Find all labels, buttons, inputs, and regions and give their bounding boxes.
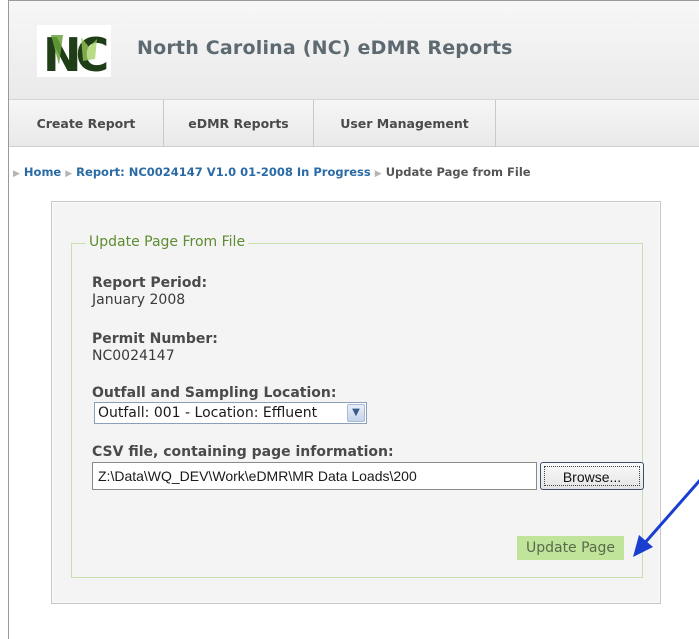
report-period-value: January 2008 (92, 292, 186, 308)
app-window: NC North Carolina (NC) eDMR Reports Crea… (8, 0, 699, 639)
chevron-down-icon[interactable]: ▼ (347, 404, 365, 422)
triangle-right-icon: ▶ (65, 169, 73, 179)
outfall-select[interactable]: Outfall: 001 - Location: Effluent ▼ (94, 402, 367, 424)
csv-file-input[interactable]: Z:\Data\WQ_DEV\Work\eDMR\MR Data Loads\2… (92, 462, 537, 490)
app-title: North Carolina (NC) eDMR Reports (137, 37, 513, 59)
csv-file-label: CSV file, containing page information: (92, 444, 394, 460)
report-period-label: Report Period: (92, 275, 208, 291)
breadcrumb-report[interactable]: Report: NC0024147 V1.0 01-2008 In Progre… (76, 165, 371, 179)
content-panel: Update Page From File Report Period: Jan… (51, 201, 661, 604)
breadcrumb: ▶ Home ▶ Report: NC0024147 V1.0 01-2008 In… (13, 165, 531, 179)
triangle-right-icon: ▶ (13, 169, 20, 179)
permit-number-value: NC0024147 (92, 348, 175, 364)
app-header: NC North Carolina (NC) eDMR Reports (9, 1, 699, 99)
arrow-pointer-icon (633, 479, 699, 557)
fieldset-legend: Update Page From File (86, 234, 249, 250)
breadcrumb-current: Update Page from File (385, 165, 531, 179)
main-nav: Create Report eDMR Reports User Manageme… (9, 99, 699, 147)
nc-logo-icon[interactable]: NC (37, 25, 111, 77)
tab-create-report[interactable]: Create Report (9, 100, 164, 147)
update-page-button[interactable]: Update Page (517, 536, 624, 560)
update-page-fieldset: Update Page From File Report Period: Jan… (71, 234, 644, 578)
breadcrumb-home[interactable]: Home (24, 165, 61, 179)
permit-number-label: Permit Number: (92, 331, 218, 347)
outfall-selected-value: Outfall: 001 - Location: Effluent (98, 405, 318, 421)
browse-button-label: Browse... (544, 466, 640, 486)
triangle-right-icon: ▶ (374, 169, 382, 179)
outfall-label: Outfall and Sampling Location: (92, 385, 337, 401)
tab-user-management[interactable]: User Management (314, 100, 496, 147)
tab-edmr-reports[interactable]: eDMR Reports (164, 100, 314, 147)
